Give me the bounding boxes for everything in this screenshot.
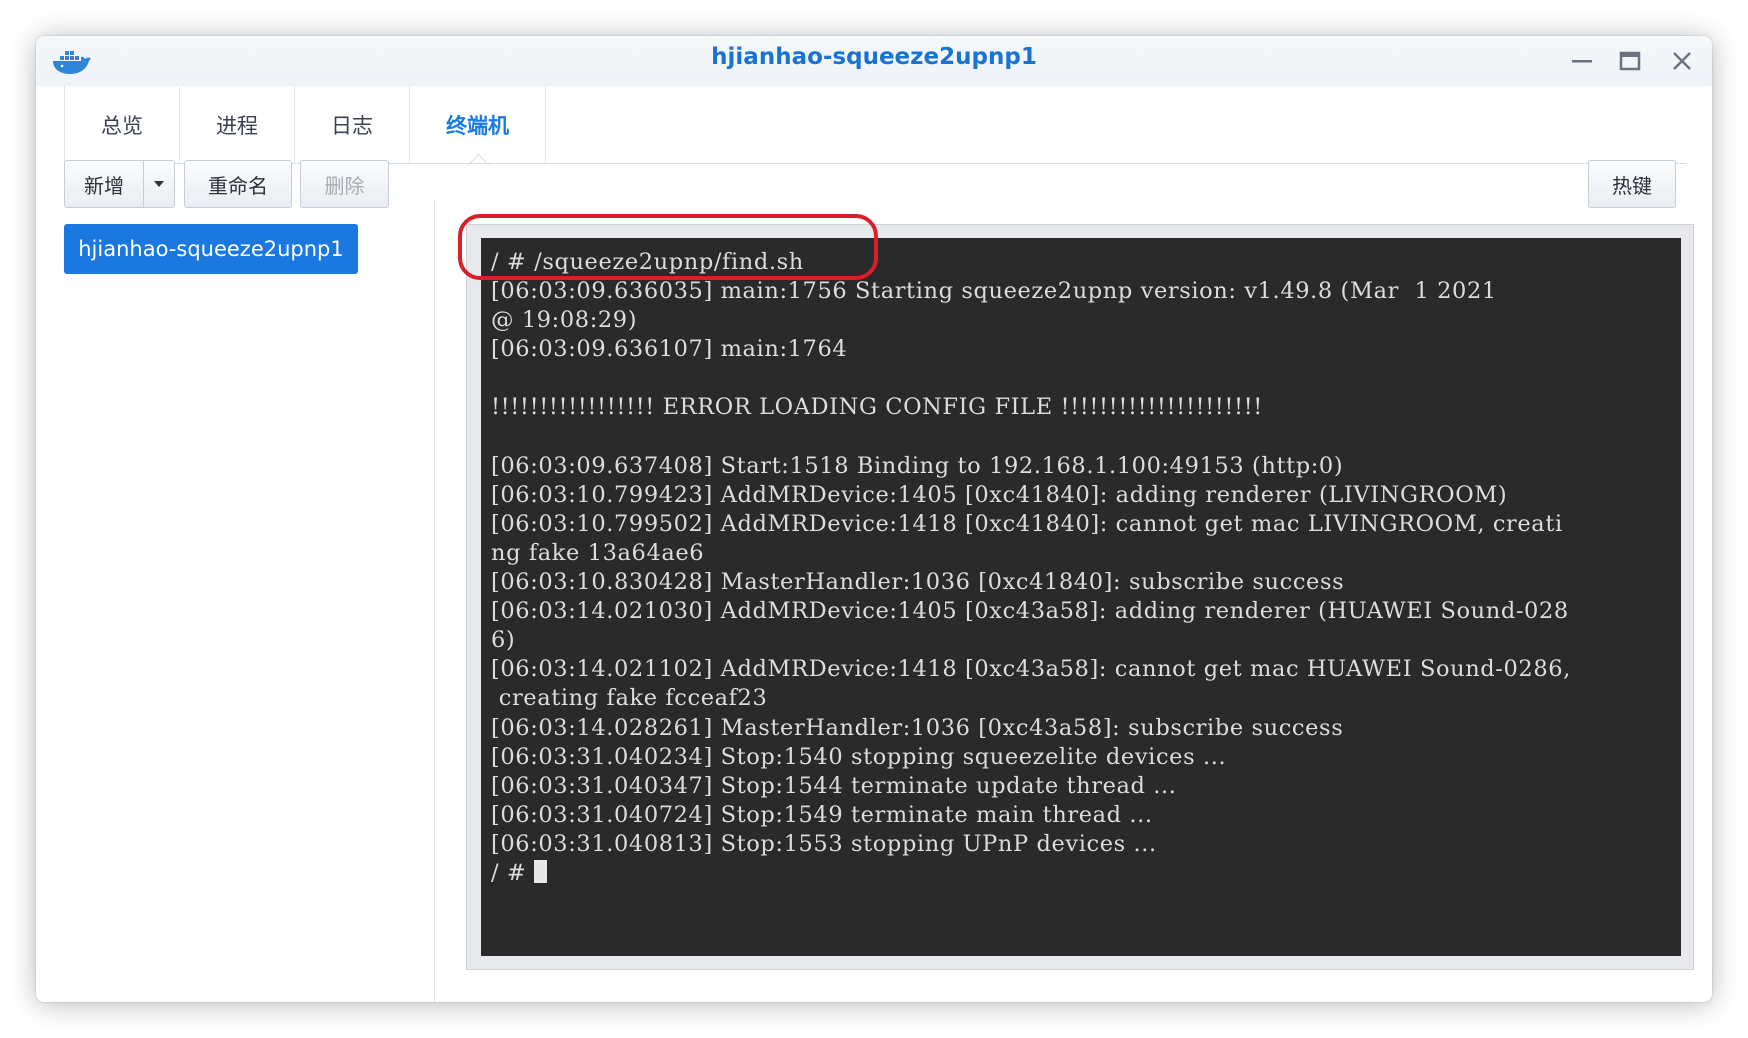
tab-process[interactable]: 进程 [180, 86, 295, 164]
terminal-line: [06:03:31.040347] Stop:1544 terminate up… [491, 772, 1177, 799]
terminal-line: [06:03:09.636107] main:1764 [491, 336, 848, 363]
minimize-icon [1572, 60, 1592, 63]
red-highlight-annotation [458, 214, 878, 280]
minimize-button[interactable] [1564, 44, 1600, 78]
terminal-line: [06:03:10.830428] MasterHandler:1036 [0x… [491, 569, 1345, 596]
tab-label: 终端机 [446, 114, 509, 138]
terminal-line: [06:03:09.637408] Start:1518 Binding to … [491, 452, 1344, 479]
tab-label: 进程 [216, 114, 258, 138]
window-title: hjianhao-squeeze2upnp1 [711, 44, 1037, 70]
hotkey-button[interactable]: 热键 [1588, 160, 1676, 208]
panel-divider [434, 200, 435, 1002]
maximize-icon [1619, 51, 1641, 71]
terminal-line: @ 19:08:29) [491, 307, 638, 334]
tab-label: 总览 [101, 114, 143, 138]
caret-down-icon [154, 181, 164, 187]
tab-label: 日志 [331, 114, 373, 138]
terminal-line: [06:03:10.799423] AddMRDevice:1405 [0xc4… [491, 481, 1508, 508]
terminal-prompt: / # [491, 859, 535, 886]
add-dropdown-button[interactable] [143, 160, 175, 208]
terminal-line: [06:03:14.028261] MasterHandler:1036 [0x… [491, 714, 1344, 741]
tab-log[interactable]: 日志 [295, 86, 410, 164]
terminal-line: creating fake fcceaf23 [491, 685, 768, 712]
tab-overview[interactable]: 总览 [64, 86, 180, 164]
terminal-cursor [534, 859, 548, 883]
container-window: hjianhao-squeeze2upnp1 总览 进程 日志 终端机 新增 重… [36, 36, 1712, 1002]
rename-button[interactable]: 重命名 [184, 160, 292, 208]
tab-bar: 总览 进程 日志 终端机 [64, 86, 546, 176]
terminal-line: [06:03:09.636035] main:1756 Starting squ… [491, 278, 1497, 305]
terminal-line: [06:03:14.021030] AddMRDevice:1405 [0xc4… [491, 598, 1569, 625]
terminal-line: ng fake 13a64ae6 [491, 539, 705, 566]
session-item[interactable]: hjianhao-squeeze2upnp1 [64, 224, 358, 274]
maximize-button[interactable] [1612, 44, 1648, 78]
close-icon [1673, 52, 1691, 70]
delete-button[interactable]: 删除 [300, 160, 389, 208]
terminal-line: [06:03:31.040813] Stop:1553 stopping UPn… [491, 830, 1157, 857]
terminal-line: [06:03:31.040234] Stop:1540 stopping squ… [491, 743, 1227, 770]
terminal-prompt-line[interactable]: / # [491, 859, 1671, 888]
title-bar[interactable]: hjianhao-squeeze2upnp1 [36, 36, 1712, 86]
terminal-line: [06:03:31.040724] Stop:1549 terminate ma… [491, 801, 1153, 828]
terminal-screen[interactable]: / # /squeeze2upnp/find.sh [06:03:09.6360… [481, 238, 1681, 956]
terminal-line: [06:03:14.021102] AddMRDevice:1418 [0xc4… [491, 656, 1571, 683]
close-button[interactable] [1664, 44, 1700, 78]
toolbar: 新增 重命名 删除 热键 [64, 160, 1686, 210]
terminal-line: !!!!!!!!!!!!!!!!! ERROR LOADING CONFIG F… [491, 394, 1263, 421]
terminal-line: 6) [491, 627, 516, 654]
tab-terminal[interactable]: 终端机 [410, 86, 546, 176]
terminal-line: [06:03:10.799502] AddMRDevice:1418 [0xc4… [491, 510, 1563, 537]
add-button[interactable]: 新增 [64, 160, 144, 208]
terminal-frame: / # /squeeze2upnp/find.sh [06:03:09.6360… [466, 224, 1694, 970]
terminal-output: / # /squeeze2upnp/find.sh [06:03:09.6360… [491, 248, 1671, 888]
